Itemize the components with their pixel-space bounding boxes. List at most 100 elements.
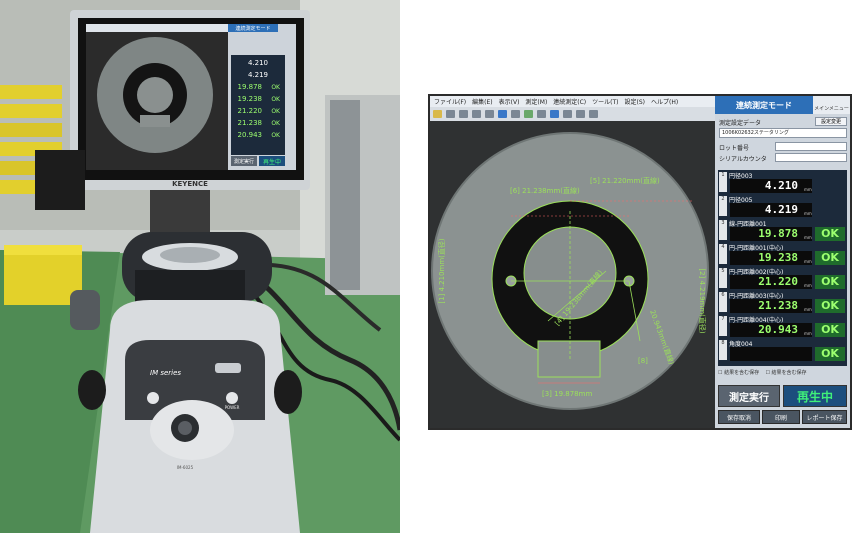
result-value: 4.210	[730, 179, 812, 193]
result-number: 5	[719, 268, 727, 288]
result-number: 8	[719, 340, 727, 360]
settings-icon[interactable]	[589, 110, 598, 118]
result-unit: mm	[804, 235, 812, 240]
print-button[interactable]: 印刷	[762, 410, 800, 424]
playback-status-button[interactable]: 再生中	[783, 385, 847, 407]
result-unit: mm	[804, 307, 812, 312]
list-icon[interactable]	[576, 110, 585, 118]
mode-title: 連続測定モード	[715, 96, 813, 114]
menu-settings[interactable]: 設定(S)	[625, 97, 646, 106]
mini-run-label: 測定実行	[234, 158, 254, 165]
result-number: 2	[719, 196, 727, 216]
folder-icon[interactable]	[433, 110, 442, 118]
monitor: 連続測定モード 4.210 4.219 19.878 19.238 21.220…	[70, 10, 310, 190]
brand-label: KEYENCE	[172, 180, 208, 188]
result-value: 21.238	[730, 299, 812, 313]
mini-ok-1: OK	[271, 84, 281, 91]
result-ok-badge: OK	[815, 251, 845, 265]
mini-value-6: 21.238	[238, 119, 263, 127]
annotation-1: [1] 4.210mm(直径)	[437, 238, 446, 304]
annotation-3: [3] 19.878mm	[542, 390, 592, 398]
save-icon[interactable]	[446, 110, 455, 118]
result-row: 1 円径003 4.210 mm	[718, 170, 847, 194]
results-list: 1 円径003 4.210 mm 2 円径005 4.219 mm 3 線-円距…	[718, 170, 847, 366]
mini-value-2: 4.219	[248, 71, 268, 79]
result-value	[730, 347, 812, 361]
report-save-button[interactable]: レポート保存	[802, 410, 847, 424]
menu-continuous[interactable]: 連続測定(C)	[553, 97, 586, 106]
annotation-5: [5] 21.220mm(直線)	[590, 176, 660, 185]
menu-help[interactable]: ヘルプ(H)	[651, 97, 678, 106]
run-measurement-button[interactable]: 測定実行	[718, 385, 780, 407]
menu-bar: ファイル(F) 編集(E) 表示(V) 測定(M) 連続測定(C) ツール(T)…	[430, 96, 715, 107]
cursor-icon[interactable]	[537, 110, 546, 118]
mini-ok-3: OK	[271, 108, 281, 115]
result-row: 7 円-円距離004(中心) 20.943 mm OK	[718, 314, 847, 338]
result-unit: mm	[804, 211, 812, 216]
mini-results: 4.210 4.219 19.878 19.238 21.220 21.238 …	[231, 55, 285, 155]
result-number: 4	[719, 244, 727, 264]
main-menu-button[interactable]: メインメニュー	[813, 96, 850, 114]
result-row: 3 線-円距離001 19.878 mm OK	[718, 218, 847, 242]
mini-value-4: 19.238	[238, 95, 263, 103]
menu-measure[interactable]: 測定(M)	[525, 97, 547, 106]
mini-value-1: 4.210	[248, 59, 268, 67]
check-label-1: 結果を含む保存	[724, 370, 760, 376]
annotation-8: [8]	[638, 357, 648, 365]
toolbar	[430, 107, 715, 121]
result-number: 1	[719, 172, 727, 192]
result-ok-badge: OK	[815, 275, 845, 289]
result-number: 6	[719, 292, 727, 312]
lot-label: ロット番号	[719, 145, 750, 152]
result-value: 19.878	[730, 227, 812, 241]
menu-tools[interactable]: ツール(T)	[592, 97, 618, 106]
menu-file[interactable]: ファイル(F)	[434, 97, 466, 106]
result-unit: mm	[804, 331, 812, 336]
zoom-icon[interactable]	[498, 110, 507, 118]
instrument-photo: 連続測定モード 4.210 4.219 19.878 19.238 21.220…	[0, 0, 400, 533]
measure-icon[interactable]	[550, 110, 559, 118]
mini-ok-4: OK	[271, 120, 281, 127]
result-unit: mm	[804, 187, 812, 192]
result-row: 2 円径005 4.219 mm	[718, 194, 847, 218]
settings-change-button[interactable]: 設定変更	[815, 117, 847, 126]
power-button	[226, 392, 238, 404]
results-panel: 連続測定モード メインメニュー 測定設定データ 設定変更 1006K02632ス…	[715, 96, 850, 428]
result-ok-badge: OK	[815, 299, 845, 313]
menu-edit[interactable]: 編集(E)	[472, 97, 492, 106]
serial-input[interactable]	[775, 153, 847, 162]
mini-play-label: 再生中	[263, 158, 281, 166]
redo-icon[interactable]	[485, 110, 494, 118]
mini-value-7: 20.943	[238, 131, 263, 139]
light-icon[interactable]	[524, 110, 533, 118]
result-row: 6 円-円距離003(中心) 21.238 mm OK	[718, 290, 847, 314]
model-label: IM-6025	[177, 465, 194, 470]
save-options: ☐ 結果を含む保存 ☐ 結果を含む保存	[718, 369, 807, 376]
result-row: 4 円-円距離001(中心) 19.238 mm OK	[718, 242, 847, 266]
power-label: POWER	[225, 405, 240, 410]
result-value: 19.238	[730, 251, 812, 265]
person-icon[interactable]	[563, 110, 572, 118]
result-ok-badge: OK	[815, 323, 845, 337]
grid-icon[interactable]	[511, 110, 520, 118]
camera-icon[interactable]	[459, 110, 468, 118]
result-unit: mm	[804, 283, 812, 288]
cancel-save-button[interactable]: 保存取消	[718, 410, 760, 424]
result-value: 20.943	[730, 323, 812, 337]
result-value: 4.219	[730, 203, 812, 217]
settings-label: 測定設定データ	[719, 120, 762, 127]
mini-value-3: 19.878	[238, 83, 263, 91]
mini-ok-5: OK	[271, 132, 281, 139]
lot-input[interactable]	[775, 142, 847, 151]
mini-value-5: 21.220	[238, 107, 263, 115]
settings-select[interactable]: 1006K02632ステータリング	[719, 128, 847, 138]
series-label: IM series	[150, 369, 181, 377]
mini-ok-2: OK	[271, 96, 281, 103]
undo-icon[interactable]	[472, 110, 481, 118]
menu-view[interactable]: 表示(V)	[499, 97, 520, 106]
measurement-image[interactable]: [5] 21.220mm(直線) [6] 21.238mm(直線) [1] 4.…	[430, 121, 715, 428]
result-ok-badge: OK	[815, 347, 845, 361]
result-row: 5 円-円距離002(中心) 21.220 mm OK	[718, 266, 847, 290]
result-number: 3	[719, 220, 727, 240]
check-label-2: 結果を含む保存	[771, 370, 807, 376]
